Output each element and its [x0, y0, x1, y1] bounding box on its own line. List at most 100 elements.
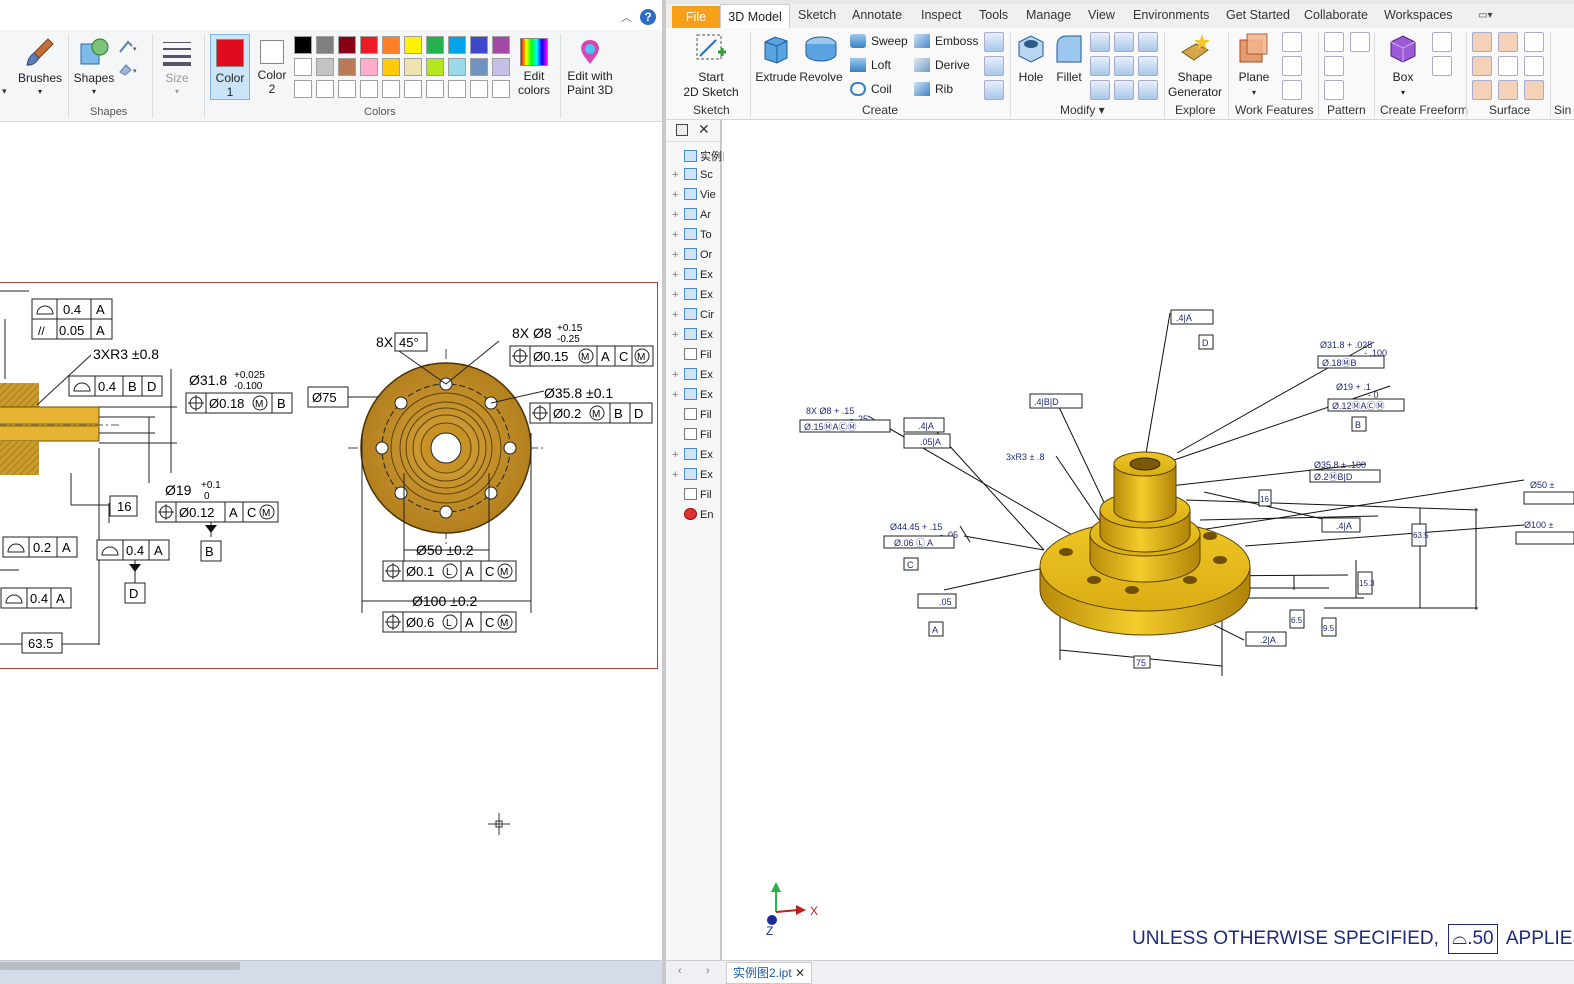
- point-icon[interactable]: [1282, 56, 1302, 76]
- start-2d-sketch-button[interactable]: Start 2D Sketch: [680, 32, 742, 100]
- shapes-button[interactable]: Shapes ▾: [72, 36, 116, 99]
- freeform-face-icon[interactable]: [1432, 32, 1452, 52]
- tab-manage[interactable]: Manage: [1026, 8, 1071, 22]
- ucs-icon[interactable]: [1282, 80, 1302, 100]
- loft-button[interactable]: Loft: [850, 58, 891, 72]
- palette-swatch[interactable]: [448, 58, 466, 76]
- axis-icon[interactable]: [1282, 32, 1302, 52]
- tab-annotate[interactable]: Annotate: [852, 8, 902, 22]
- browser-tree-item[interactable]: + To: [672, 228, 712, 246]
- tab-sketch[interactable]: Sketch: [798, 8, 836, 22]
- tab-workspaces[interactable]: Workspaces: [1384, 8, 1453, 22]
- browser-tree-item[interactable]: + Or: [672, 248, 712, 266]
- collapse-ribbon-icon[interactable]: ︿: [621, 9, 632, 25]
- tree-expand-icon[interactable]: +: [672, 229, 684, 241]
- surface-ruled-icon[interactable]: [1472, 80, 1492, 100]
- surface-boundary-icon[interactable]: [1498, 80, 1518, 100]
- browser-tree-item[interactable]: Fil: [672, 488, 712, 506]
- surface-replace-icon[interactable]: [1524, 56, 1544, 76]
- revolve-button[interactable]: Revolve: [798, 32, 844, 85]
- document-tab[interactable]: 实例图2.ipt ✕: [726, 962, 813, 984]
- freeform-convert-icon[interactable]: [1432, 56, 1452, 76]
- palette-swatch[interactable]: [294, 80, 312, 98]
- coil-button[interactable]: Coil: [850, 82, 892, 96]
- palette-swatch[interactable]: [492, 80, 510, 98]
- sketch-pattern-icon[interactable]: [1324, 80, 1344, 100]
- outline-icon[interactable]: ▾: [118, 40, 140, 54]
- help-icon[interactable]: ?: [640, 9, 656, 25]
- tree-expand-icon[interactable]: +: [672, 389, 684, 401]
- shell-icon[interactable]: [1090, 56, 1110, 76]
- surface-trim-icon[interactable]: [1524, 32, 1544, 52]
- palette-swatch[interactable]: [338, 80, 356, 98]
- browser-tree-item[interactable]: + Ex: [672, 268, 713, 286]
- palette-swatch[interactable]: [470, 36, 488, 54]
- modify-group-label[interactable]: Modify ▾: [1060, 103, 1105, 117]
- chamfer-icon[interactable]: [1090, 32, 1110, 52]
- combine-icon[interactable]: [1114, 80, 1134, 100]
- tree-expand-icon[interactable]: +: [672, 309, 684, 321]
- browser-tree-item[interactable]: + Ex: [672, 368, 713, 386]
- browser-tree-item[interactable]: + Vie: [672, 188, 716, 206]
- browser-tree-item[interactable]: Fil: [672, 428, 712, 446]
- plane-button[interactable]: Plane ▾: [1232, 32, 1276, 100]
- surface-stitch-icon[interactable]: [1472, 32, 1492, 52]
- palette-swatch[interactable]: [360, 36, 378, 54]
- tab-file[interactable]: File: [672, 6, 720, 28]
- tree-expand-icon[interactable]: +: [672, 469, 684, 481]
- palette-swatch[interactable]: [404, 80, 422, 98]
- create-more-icon-3[interactable]: [984, 80, 1004, 100]
- browser-tree-item[interactable]: + Ex: [672, 388, 713, 406]
- edit-paint3d-button[interactable]: Edit with Paint 3D: [562, 38, 618, 97]
- palette-swatch[interactable]: [470, 80, 488, 98]
- palette-swatch[interactable]: [360, 80, 378, 98]
- tab-3d-model[interactable]: 3D Model: [720, 4, 790, 30]
- tree-expand-icon[interactable]: +: [672, 449, 684, 461]
- palette-swatch[interactable]: [492, 58, 510, 76]
- derive-button[interactable]: Derive: [914, 58, 970, 72]
- document-tab-close-icon[interactable]: ✕: [795, 966, 805, 980]
- palette-swatch[interactable]: [338, 58, 356, 76]
- browser-tree-item[interactable]: + Ex: [672, 448, 713, 466]
- graphics-viewport[interactable]: .4|A D Ø31.8 + .025 - .100 Ø.18ⓂB Ø19 + …: [724, 120, 1574, 960]
- surface-patch-icon[interactable]: [1498, 32, 1518, 52]
- surface-extend-icon[interactable]: [1472, 56, 1492, 76]
- palette-swatch[interactable]: [294, 36, 312, 54]
- color2-button[interactable]: Color 2: [252, 34, 292, 100]
- palette-swatch[interactable]: [426, 36, 444, 54]
- size-button[interactable]: Size ▾: [158, 36, 196, 99]
- browser-tree-item[interactable]: + Sc: [672, 168, 713, 186]
- circular-pattern-icon[interactable]: [1324, 56, 1344, 76]
- tree-expand-icon[interactable]: +: [672, 289, 684, 301]
- tree-expand-icon[interactable]: +: [672, 189, 684, 201]
- palette-swatch[interactable]: [448, 80, 466, 98]
- edit-colors-button[interactable]: Edit colors: [514, 38, 554, 97]
- delete-face-icon[interactable]: [1138, 80, 1158, 100]
- select-dropdown-icon[interactable]: ▾: [2, 86, 7, 97]
- box-button[interactable]: Box ▾: [1384, 32, 1422, 100]
- sweep-button[interactable]: Sweep: [850, 34, 908, 48]
- mirror-icon[interactable]: [1350, 32, 1370, 52]
- palette-swatch[interactable]: [338, 36, 356, 54]
- palette-swatch[interactable]: [492, 36, 510, 54]
- palette-swatch[interactable]: [404, 58, 422, 76]
- browser-tree-item[interactable]: + Ex: [672, 288, 713, 306]
- tree-expand-icon[interactable]: +: [672, 169, 684, 181]
- paint-horizontal-scrollbar[interactable]: [0, 962, 240, 970]
- split-icon[interactable]: [1114, 56, 1134, 76]
- ribbon-display-options-icon[interactable]: ▭▾: [1478, 10, 1508, 24]
- browser-tree-item[interactable]: En: [672, 508, 713, 526]
- browser-tree-item[interactable]: Fil: [672, 348, 712, 366]
- fillet-button[interactable]: Fillet: [1050, 32, 1088, 85]
- palette-swatch[interactable]: [316, 58, 334, 76]
- hole-button[interactable]: Hole: [1012, 32, 1050, 85]
- doc-tabs-prev-icon[interactable]: ‹: [678, 965, 682, 977]
- surface-sculpt-icon[interactable]: [1498, 56, 1518, 76]
- tab-environments[interactable]: Environments: [1133, 8, 1209, 22]
- browser-close-icon[interactable]: ✕: [698, 121, 710, 138]
- tab-tools[interactable]: Tools: [979, 8, 1008, 22]
- tab-inspect[interactable]: Inspect: [921, 8, 961, 22]
- palette-swatch[interactable]: [470, 58, 488, 76]
- tree-expand-icon[interactable]: +: [672, 269, 684, 281]
- tab-view[interactable]: View: [1088, 8, 1115, 22]
